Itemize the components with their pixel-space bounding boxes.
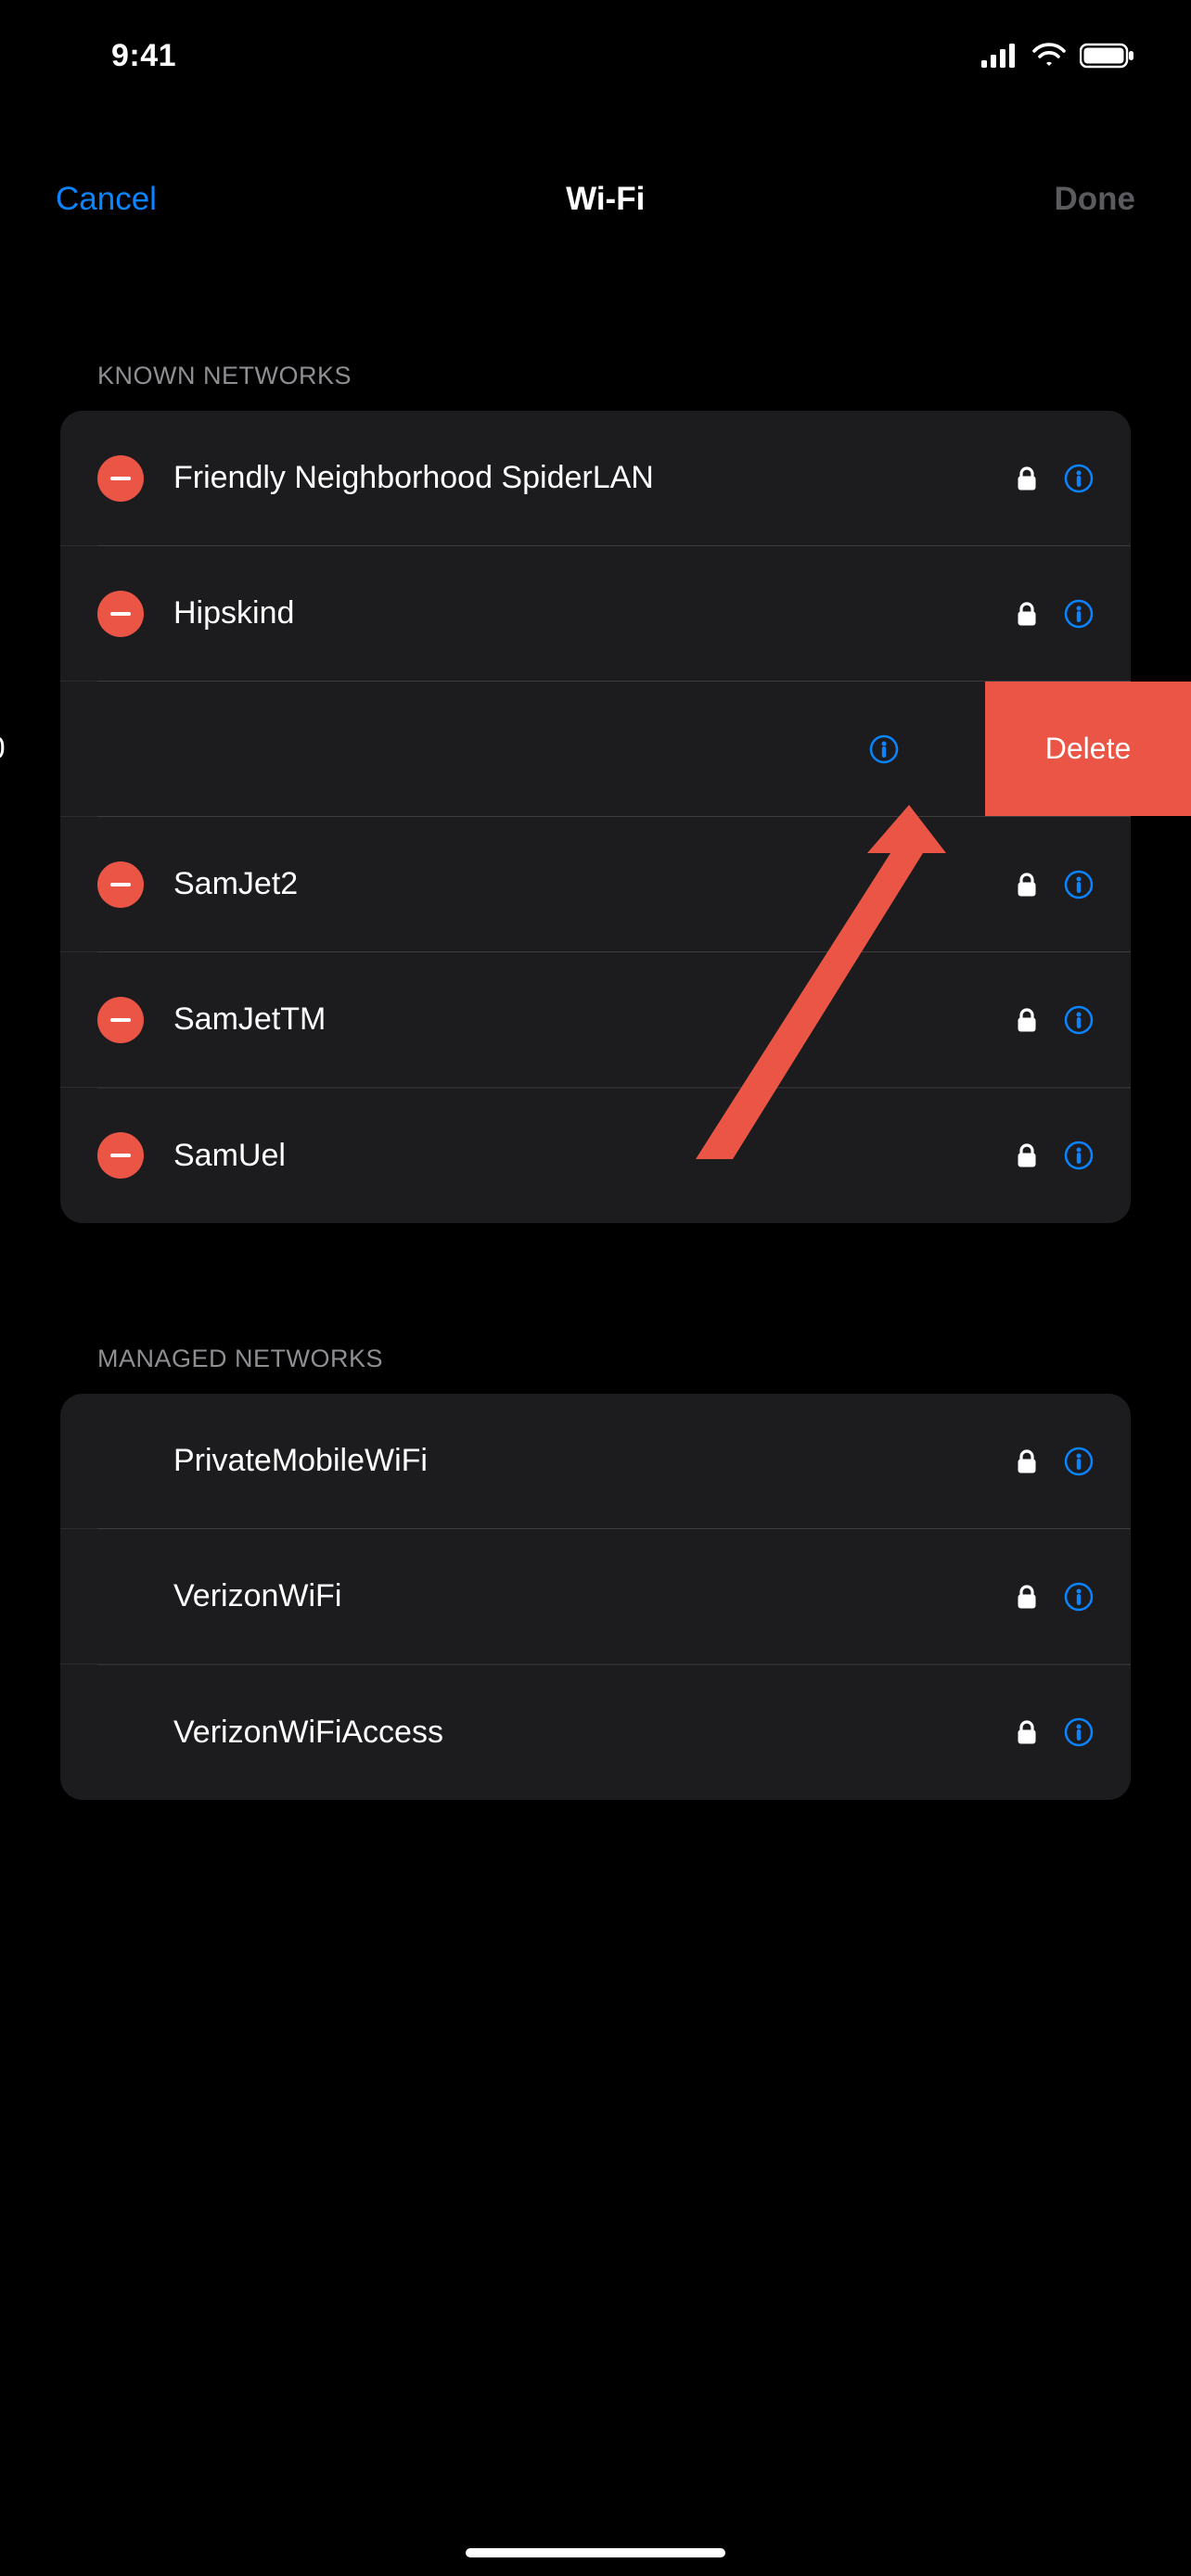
network-name: PrivateMobileWiFi	[173, 1443, 995, 1479]
network-row[interactable]: VerizonWiFiAccess	[60, 1664, 1131, 1800]
network-row[interactable]: Hipskind	[60, 546, 1131, 682]
remove-icon[interactable]	[97, 997, 144, 1043]
wifi-icon	[1031, 43, 1067, 69]
network-name: SamJet2	[173, 866, 995, 902]
lock-icon	[1014, 1007, 1040, 1033]
network-name: SamUel	[173, 1138, 995, 1174]
delete-button[interactable]: Delete	[985, 682, 1191, 816]
info-icon[interactable]	[1064, 1005, 1094, 1035]
network-name: SamJetTM	[173, 1001, 995, 1038]
managed-networks-group: PrivateMobileWiFi VerizonWiFi	[60, 1394, 1131, 1800]
lock-icon	[1014, 601, 1040, 627]
nav-bar: Cancel Wi-Fi Done	[0, 158, 1191, 241]
network-name: VerizonWiFiAccess	[173, 1715, 995, 1751]
home-indicator[interactable]	[466, 2548, 725, 2557]
remove-icon[interactable]	[97, 1132, 144, 1179]
network-name: Friendly Neighborhood SpiderLAN	[173, 460, 995, 496]
network-row[interactable]: SamJet2	[60, 817, 1131, 952]
remove-icon[interactable]	[97, 455, 144, 502]
info-icon[interactable]	[1064, 1141, 1094, 1170]
page-title: Wi-Fi	[566, 181, 645, 218]
cancel-button[interactable]: Cancel	[56, 181, 157, 218]
network-name: ng-ad8cd0	[0, 731, 851, 767]
battery-icon	[1080, 43, 1135, 69]
cellular-icon	[981, 44, 1018, 68]
lock-icon	[1014, 1448, 1040, 1474]
lock-icon	[1014, 872, 1040, 898]
status-time: 9:41	[111, 38, 176, 74]
network-row[interactable]: PrivateMobileWiFi	[60, 1394, 1131, 1529]
lock-icon	[1014, 465, 1040, 491]
info-icon[interactable]	[1064, 870, 1094, 899]
section-header-managed: MANAGED NETWORKS	[60, 1345, 1131, 1373]
lock-icon	[1014, 1142, 1040, 1168]
network-name: Hipskind	[173, 595, 995, 631]
lock-icon	[1014, 1719, 1040, 1745]
remove-icon[interactable]	[97, 861, 144, 908]
network-name: VerizonWiFi	[173, 1578, 995, 1614]
section-managed-networks: MANAGED NETWORKS PrivateMobileWiFi Veriz…	[60, 1345, 1131, 1800]
info-icon[interactable]	[1064, 1447, 1094, 1476]
lock-icon	[1014, 1584, 1040, 1610]
status-indicators	[981, 43, 1135, 69]
info-icon[interactable]	[1064, 1717, 1094, 1747]
network-row[interactable]: SamUel	[60, 1088, 1131, 1223]
info-icon[interactable]	[1064, 1582, 1094, 1612]
network-row[interactable]: SamJetTM	[60, 952, 1131, 1088]
info-icon[interactable]	[1064, 464, 1094, 493]
section-known-networks: KNOWN NETWORKS Friendly Neighborhood Spi…	[60, 362, 1131, 1223]
network-row-swiped[interactable]: ng-ad8cd0 Delete	[60, 682, 1131, 817]
status-bar: 9:41	[0, 0, 1191, 111]
section-header-known: KNOWN NETWORKS	[60, 362, 1131, 390]
info-icon[interactable]	[869, 734, 899, 764]
network-row[interactable]: Friendly Neighborhood SpiderLAN	[60, 411, 1131, 546]
known-networks-group: Friendly Neighborhood SpiderLAN Hipskind	[60, 411, 1131, 1223]
network-row[interactable]: VerizonWiFi	[60, 1529, 1131, 1664]
remove-icon[interactable]	[97, 591, 144, 637]
info-icon[interactable]	[1064, 599, 1094, 629]
done-button[interactable]: Done	[1054, 181, 1135, 218]
